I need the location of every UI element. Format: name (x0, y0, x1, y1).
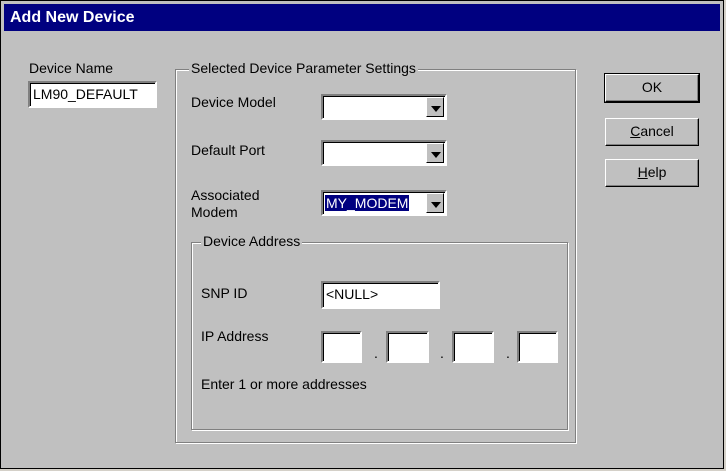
ip-separator: . (506, 345, 510, 361)
window-title: Add New Device (4, 4, 720, 31)
associated-modem-label-line1: Associated (191, 187, 260, 203)
device-name-input[interactable]: LM90_DEFAULT (28, 81, 157, 108)
snp-id-value: <NULL> (326, 286, 379, 302)
parameter-settings-title: Selected Device Parameter Settings (189, 60, 418, 76)
chevron-down-icon[interactable] (426, 143, 444, 163)
ip-separator: . (440, 345, 444, 361)
add-device-dialog: Add New Device Device Name LM90_DEFAULT … (0, 0, 724, 469)
ip-octet-2-input[interactable] (386, 331, 429, 363)
help-accelerator: H (637, 164, 648, 180)
device-model-dropdown[interactable] (321, 94, 447, 120)
cancel-accelerator: C (630, 123, 641, 139)
help-label-rest: elp (647, 164, 667, 180)
device-name-value: LM90_DEFAULT (33, 86, 138, 102)
cancel-label-rest: ancel (640, 123, 674, 139)
device-model-label: Device Model (191, 94, 276, 110)
associated-modem-dropdown[interactable]: MY_MODEM (321, 190, 447, 216)
device-address-title: Device Address (201, 233, 303, 249)
associated-modem-label-line2: Modem (191, 204, 238, 220)
ip-octet-1-input[interactable] (321, 331, 362, 363)
associated-modem-value: MY_MODEM (325, 195, 410, 211)
help-button[interactable]: Help (605, 159, 699, 187)
chevron-down-icon[interactable] (426, 193, 444, 213)
chevron-down-icon[interactable] (426, 97, 444, 117)
hint-text: Enter 1 or more addresses (201, 376, 367, 392)
ip-octet-3-input[interactable] (452, 331, 494, 363)
snp-id-label: SNP ID (201, 285, 248, 301)
default-port-label: Default Port (191, 142, 265, 158)
cancel-button[interactable]: Cancel (605, 118, 699, 146)
default-port-dropdown[interactable] (321, 140, 447, 166)
ip-octet-4-input[interactable] (517, 331, 558, 363)
ok-button[interactable]: OK (604, 73, 700, 103)
snp-id-input[interactable]: <NULL> (321, 281, 440, 309)
ip-separator: . (374, 345, 378, 361)
device-name-label: Device Name (29, 60, 114, 76)
ip-address-label: IP Address (201, 328, 269, 344)
